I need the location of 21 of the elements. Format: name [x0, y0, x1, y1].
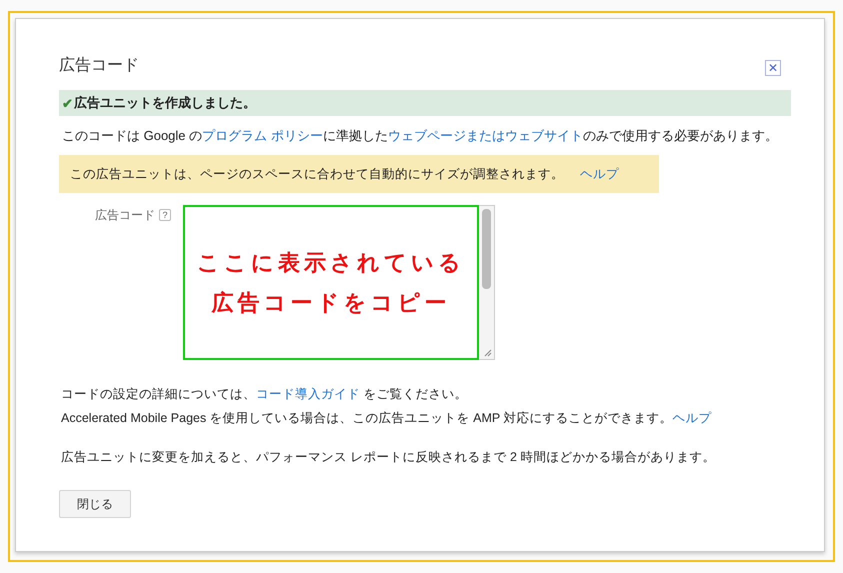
success-message: 広告ユニットを作成しました。	[74, 94, 256, 112]
field-label: 広告コード	[95, 207, 155, 224]
info-link[interactable]: ヘルプ	[672, 411, 712, 425]
info-text: コードの設定の詳細については、コード導入ガイド をご覧ください。	[61, 386, 468, 403]
policy-link[interactable]: ウェブページまたはウェブサイト	[388, 128, 583, 143]
check-icon: ✔	[62, 96, 73, 110]
annotation-text: 広告コードをコピー	[212, 288, 450, 316]
help-link[interactable]: ヘルプ	[580, 166, 619, 182]
dialog-title: 広告コード	[59, 56, 139, 76]
resize-grip-icon[interactable]	[484, 349, 492, 357]
notice-text: この広告ユニットは、ページのスペースに合わせて自動的にサイズが調整されます。	[70, 166, 564, 182]
annotation-text: ここに表示されている	[197, 248, 465, 276]
note-text: 広告ユニットに変更を加えると、パフォーマンス レポートに反映されるまで 2 時間ほどかかる場合があります。	[61, 449, 716, 466]
close-dialog-button[interactable]: 閉じる	[59, 490, 131, 518]
code-textarea[interactable]: ここに表示されている 広告コードをコピー	[183, 205, 495, 360]
policy-link[interactable]: プログラム ポリシー	[202, 128, 323, 143]
info-link[interactable]: コード導入ガイド	[256, 387, 360, 401]
info-text: Accelerated Mobile Pages を使用している場合は、この広告ユニットを AMP 対応にすることができます。ヘルプ	[61, 410, 713, 427]
help-icon[interactable]: ?	[159, 209, 171, 221]
close-button[interactable]: ✕	[765, 60, 781, 76]
policy-text: このコードは Google のプログラム ポリシーに準拠したウェブページまたはウェブサイト のみで使用する必要があります。	[62, 127, 779, 145]
